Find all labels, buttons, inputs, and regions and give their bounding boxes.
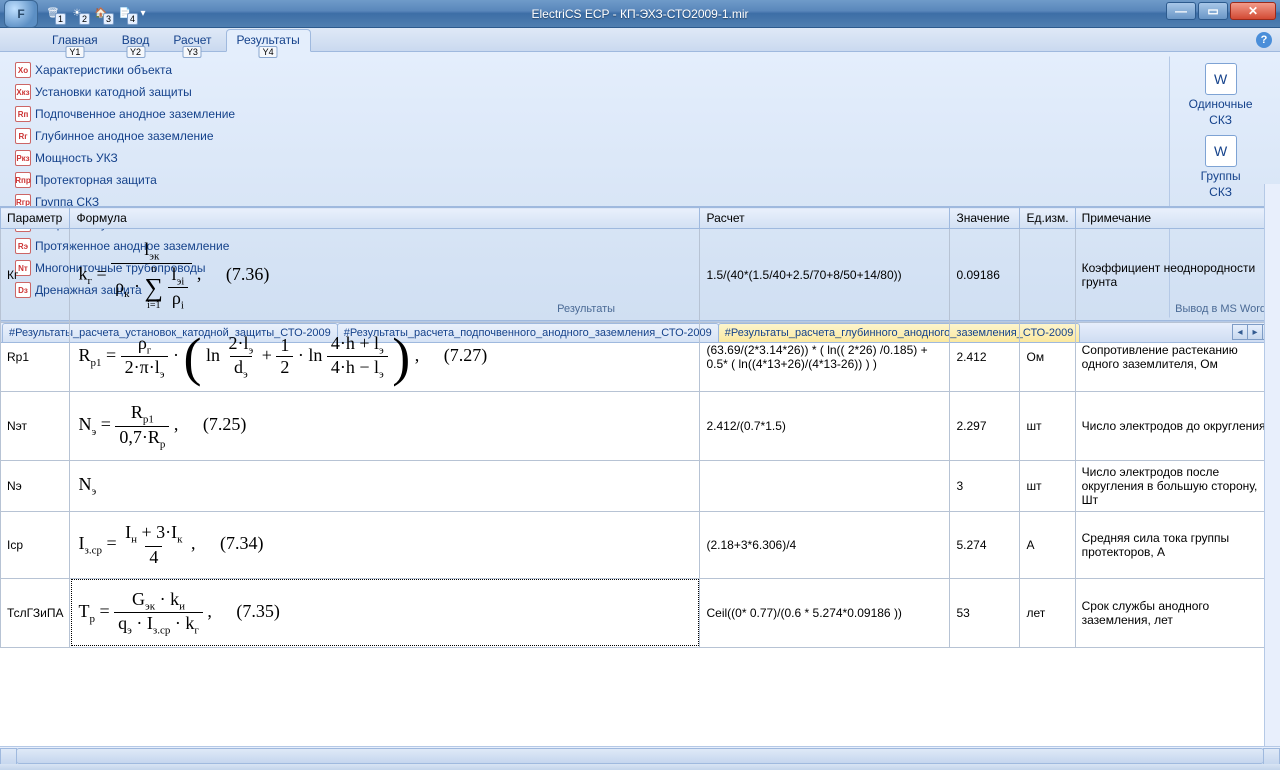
ritem-subsoil[interactable]: RпПодпочвенное анодное заземление	[11, 103, 1147, 125]
cell-calc[interactable]	[700, 461, 950, 512]
title-bar: F 🗑1 ☀2 🏠3 📄4 ▾ ElectriCS ECP - КП-ЭХЗ-С…	[0, 0, 1280, 28]
cell-param[interactable]: Кг	[1, 229, 70, 323]
cell-param[interactable]: Nэ	[1, 461, 70, 512]
results-icon: Rг	[15, 128, 31, 144]
word-group-skz[interactable]: W Группы СКЗ	[1175, 131, 1266, 203]
word-single-skz[interactable]: W Одиночные СКЗ	[1175, 59, 1266, 131]
cell-value[interactable]: 2.297	[950, 391, 1020, 460]
col-param[interactable]: Параметр	[1, 208, 70, 229]
cell-unit[interactable]	[1020, 229, 1075, 323]
help-icon[interactable]: ?	[1256, 32, 1272, 48]
cell-note[interactable]: Средняя сила тока группы протекторов, А	[1075, 512, 1279, 579]
results-grid-wrap: Параметр Формула Расчет Значение Ед.изм.…	[0, 206, 1280, 744]
horizontal-scrollbar[interactable]	[0, 746, 1280, 764]
cell-formula[interactable]: Iз.ср = Iн + 3·Iк4 , (7.34)	[70, 512, 700, 579]
maximize-button[interactable]: ▭	[1198, 2, 1228, 20]
grid-row[interactable]: Nэ Nэ 3 шт Число электродов после округл…	[1, 461, 1280, 512]
col-calc[interactable]: Расчет	[700, 208, 950, 229]
cell-value[interactable]: 2.412	[950, 322, 1020, 391]
cell-formula[interactable]: Nэ = Rр10,7·Rр , (7.25)	[70, 391, 700, 460]
cell-note[interactable]: Срок службы анодного заземления, лет	[1075, 578, 1279, 647]
ribbon-tab-main[interactable]: ГлавнаяY1	[42, 30, 108, 51]
grid-row[interactable]: Rp1 Rр1 = ρг2·π·lэ · ( ln 2·lэdэ + 12 · …	[1, 322, 1280, 391]
cell-unit[interactable]: лет	[1020, 578, 1075, 647]
cell-param[interactable]: Rp1	[1, 322, 70, 391]
cell-calc[interactable]: 2.412/(0.7*1.5)	[700, 391, 950, 460]
cell-unit[interactable]: шт	[1020, 391, 1075, 460]
status-bar	[0, 764, 1280, 770]
cell-calc[interactable]: (63.69/(2*3.14*26)) * ( ln(( 2*26) /0.18…	[700, 322, 950, 391]
ribbon-tabs: ГлавнаяY1 ВводY2 РасчетY3 РезультатыY4 ?	[0, 28, 1280, 52]
ribbon-tab-input[interactable]: ВводY2	[112, 30, 160, 51]
cell-formula[interactable]: kг = lэкρк · n∑i=1 lэiρi , (7.36)	[70, 229, 700, 323]
grid-row[interactable]: Iср Iз.ср = Iн + 3·Iк4 , (7.34) (2.18+3*…	[1, 512, 1280, 579]
cell-calc[interactable]: Ceil((0* 0.77)/(0.6 * 5.274*0.09186 ))	[700, 578, 950, 647]
cell-value[interactable]: 0.09186	[950, 229, 1020, 323]
ribbon-tab-results[interactable]: РезультатыY4	[226, 29, 311, 52]
results-icon: Rпр	[15, 172, 31, 188]
cell-note[interactable]: Число электродов после округления в боль…	[1075, 461, 1279, 512]
col-unit[interactable]: Ед.изм.	[1020, 208, 1075, 229]
cell-note[interactable]: Число электродов до округления	[1075, 391, 1279, 460]
cell-unit[interactable]: А	[1020, 512, 1075, 579]
cell-value[interactable]: 53	[950, 578, 1020, 647]
cell-formula[interactable]: Rр1 = ρг2·π·lэ · ( ln 2·lэdэ + 12 · ln 4…	[70, 322, 700, 391]
cell-calc[interactable]: (2.18+3*6.306)/4	[700, 512, 950, 579]
cell-unit[interactable]: шт	[1020, 461, 1075, 512]
word-icon: W	[1205, 63, 1237, 95]
cell-unit[interactable]: Ом	[1020, 322, 1075, 391]
ritem-obj-char[interactable]: XoХарактеристики объекта	[11, 59, 1147, 81]
results-icon: Ркз	[15, 150, 31, 166]
ritem-protector[interactable]: RпрПротекторная защита	[11, 169, 1147, 191]
results-icon: Xкз	[15, 84, 31, 100]
cell-note[interactable]: Коэффициент неоднородности грунта	[1075, 229, 1279, 323]
close-button[interactable]: ✕	[1230, 2, 1276, 20]
ribbon-tab-calc[interactable]: РасчетY3	[163, 30, 221, 51]
grid-row[interactable]: Nэт Nэ = Rр10,7·Rр , (7.25) 2.412/(0.7*1…	[1, 391, 1280, 460]
col-formula[interactable]: Формула	[70, 208, 700, 229]
minimize-button[interactable]: —	[1166, 2, 1196, 20]
cell-param[interactable]: Nэт	[1, 391, 70, 460]
cell-value[interactable]: 5.274	[950, 512, 1020, 579]
vertical-scrollbar[interactable]	[1264, 184, 1280, 746]
results-icon: Xo	[15, 62, 31, 78]
window-title: ElectriCS ECP - КП-ЭХЗ-СТО2009-1.mir	[0, 7, 1280, 21]
cell-formula[interactable]: Tр = Gэк · kиqэ · Iз.ср · kг , (7.35)	[70, 578, 700, 647]
grid-row[interactable]: ТслГЗиПА Tр = Gэк · kиqэ · Iз.ср · kг , …	[1, 578, 1280, 647]
col-note[interactable]: Примечание	[1075, 208, 1279, 229]
col-value[interactable]: Значение	[950, 208, 1020, 229]
cell-param[interactable]: Iср	[1, 512, 70, 579]
results-grid[interactable]: Параметр Формула Расчет Значение Ед.изм.…	[0, 207, 1280, 648]
word-icon: W	[1205, 135, 1237, 167]
ritem-deep-anode[interactable]: RгГлубинное анодное заземление	[11, 125, 1147, 147]
results-icon: Rп	[15, 106, 31, 122]
cell-value[interactable]: 3	[950, 461, 1020, 512]
cell-calc[interactable]: 1.5/(40*(1.5/40+2.5/70+8/50+14/80))	[700, 229, 950, 323]
ritem-cathodic[interactable]: XкзУстановки катодной защиты	[11, 81, 1147, 103]
cell-note[interactable]: Сопротивление растеканию одного заземлит…	[1075, 322, 1279, 391]
grid-row[interactable]: Кг kг = lэкρк · n∑i=1 lэiρi , (7.36) 1.5…	[1, 229, 1280, 323]
cell-param[interactable]: ТслГЗиПА	[1, 578, 70, 647]
ritem-ukz-power[interactable]: РкзМощность УКЗ	[11, 147, 1147, 169]
cell-formula[interactable]: Nэ	[70, 461, 700, 512]
